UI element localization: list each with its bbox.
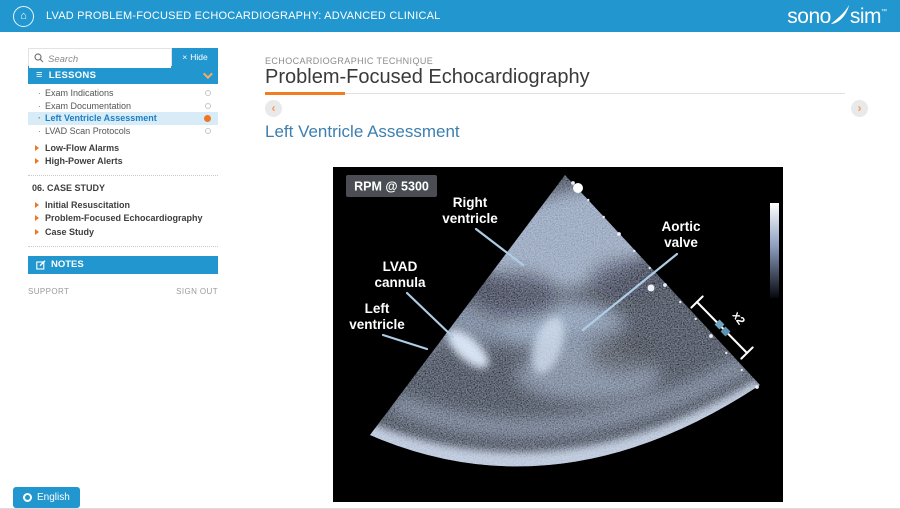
lesson-label: Left Ventricle Assessment [45, 113, 157, 124]
status-circle-icon [204, 114, 211, 122]
globe-icon [23, 493, 32, 502]
status-circle-icon [205, 127, 211, 134]
sidebar-item-problem-focused-echocardiography[interactable]: Problem-Focused Echocardiography [28, 212, 218, 226]
module-label: High-Power Alerts [45, 156, 123, 167]
hide-label: Hide [190, 52, 208, 62]
lesson-label: Exam Indications [45, 88, 114, 99]
list-icon: ≡ [36, 69, 43, 81]
sign-out-link[interactable]: SIGN OUT [176, 287, 218, 296]
svg-text:ventricle: ventricle [349, 317, 405, 332]
sidebar-item-low-flow-alarms[interactable]: Low-Flow Alarms [28, 141, 218, 155]
orientation-marker-dot [573, 183, 583, 193]
sidebar-item-left-ventricle-assessment[interactable]: · Left Ventricle Assessment [28, 112, 218, 125]
status-circle-icon [205, 102, 211, 109]
section-eyebrow: ECHOCARDIOGRAPHIC TECHNIQUE [265, 56, 434, 66]
logo-trademark: ™ [881, 9, 887, 15]
bullet: · [38, 88, 41, 99]
progress-remaining [345, 93, 845, 94]
divider [28, 175, 218, 176]
triangle-bullet-icon [35, 158, 39, 165]
course-title: LVAD PROBLEM-FOCUSED ECHOCARDIOGRAPHY: A… [46, 10, 441, 22]
sidebar-item-exam-documentation[interactable]: · Exam Documentation [28, 100, 218, 113]
status-circle-icon [205, 90, 211, 97]
home-icon[interactable]: ⌂ [13, 5, 34, 27]
bullet: · [38, 125, 41, 136]
top-bar: ⌂ LVAD PROBLEM-FOCUSED ECHOCARDIOGRAPHY:… [0, 0, 900, 32]
hide-sidebar-button[interactable]: × Hide [172, 48, 218, 66]
sidebar-footer: SUPPORT SIGN OUT [28, 287, 218, 296]
page-title: Problem-Focused Echocardiography [265, 66, 590, 88]
lesson-label: LVAD Scan Protocols [45, 125, 131, 136]
edit-note-icon [36, 259, 46, 270]
bullet: · [38, 113, 41, 124]
search-input[interactable] [29, 51, 171, 68]
previous-slide-button[interactable]: ‹ [265, 100, 282, 117]
progress-bar [265, 92, 845, 95]
svg-text:Left: Left [365, 301, 390, 316]
search-icon [34, 53, 44, 63]
slide-navigation: ‹ › [265, 100, 868, 117]
sidebar-item-initial-resuscitation[interactable]: Initial Resuscitation [28, 198, 218, 212]
sidebar-item-case-study[interactable]: Case Study [28, 225, 218, 239]
lesson-list: · Exam Indications · Exam Documentation … [28, 87, 218, 137]
svg-text:valve: valve [664, 235, 698, 250]
search-box [28, 48, 172, 68]
svg-text:Aortic: Aortic [661, 219, 700, 234]
lesson-label: Exam Documentation [45, 100, 132, 111]
sidebar: × Hide ≡ LESSONS · Exam Indications · Ex… [28, 48, 218, 296]
module-label: Low-Flow Alarms [45, 142, 120, 153]
sidebar-item-high-power-alerts[interactable]: High-Power Alerts [28, 155, 218, 169]
chevron-down-icon [202, 68, 213, 79]
rpm-readout: RPM @ 5300 [346, 175, 437, 197]
logo-text-sim: sim [849, 4, 882, 28]
lessons-header-label: LESSONS [48, 69, 97, 81]
case-study-header: 06. CASE STUDY [32, 183, 106, 193]
sidebar-item-lvad-scan-protocols[interactable]: · LVAD Scan Protocols [28, 125, 218, 138]
close-icon: × [182, 52, 188, 62]
divider [28, 245, 218, 247]
triangle-bullet-icon [35, 144, 39, 151]
progress-done [265, 92, 345, 95]
next-slide-button[interactable]: › [851, 100, 868, 117]
slide-title: Left Ventricle Assessment [265, 122, 460, 141]
notes-label: NOTES [51, 259, 84, 270]
svg-text:ventricle: ventricle [442, 211, 498, 226]
app-window: ⌂ LVAD PROBLEM-FOCUSED ECHOCARDIOGRAPHY:… [0, 0, 900, 509]
lessons-section-header[interactable]: ≡ LESSONS [28, 66, 218, 84]
logo-swoosh-icon [830, 4, 850, 25]
rpm-value: RPM @ 5300 [354, 180, 429, 194]
svg-text:LVAD: LVAD [383, 259, 418, 274]
module-label: Case Study [45, 226, 95, 237]
module-label: Initial Resuscitation [45, 199, 131, 210]
support-link[interactable]: SUPPORT [28, 287, 69, 296]
svg-text:Right: Right [453, 195, 488, 210]
triangle-bullet-icon [35, 201, 39, 208]
notes-button[interactable]: NOTES [28, 255, 218, 274]
triangle-bullet-icon [35, 228, 39, 235]
language-label: English [37, 492, 70, 503]
ultrasound-image: x2 RPM @ 5300 Right ventricle Aortic val… [333, 167, 783, 502]
sidebar-search-row: × Hide [28, 48, 218, 68]
language-button[interactable]: English [13, 487, 80, 508]
bright-marker-dot [647, 284, 655, 292]
svg-text:cannula: cannula [374, 275, 426, 290]
triangle-bullet-icon [35, 215, 39, 222]
module-label: Problem-Focused Echocardiography [45, 213, 203, 224]
logo-text-sono: sono [787, 4, 831, 28]
sonosim-logo: sono sim ™ [787, 4, 887, 28]
bullet: · [38, 100, 41, 111]
gain-scale-bar [770, 203, 779, 298]
sidebar-item-exam-indications[interactable]: · Exam Indications [28, 87, 218, 100]
